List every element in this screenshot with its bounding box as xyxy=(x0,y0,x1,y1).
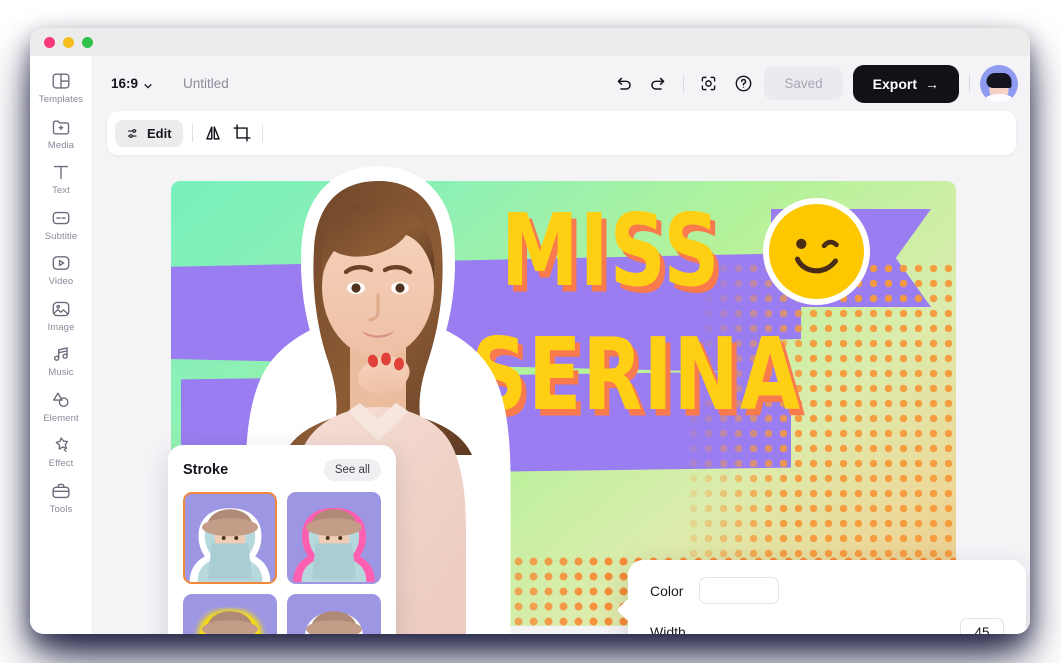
crop-icon[interactable] xyxy=(231,122,253,144)
undo-icon[interactable] xyxy=(613,73,634,94)
headline-line-1[interactable]: MISS xyxy=(501,202,721,301)
sidebar-label: Image xyxy=(47,321,75,333)
aspect-ratio-selector[interactable]: 16:9 xyxy=(111,76,153,91)
app-window: Templates Media Text Subtitle Video Imag… xyxy=(30,28,1030,634)
stroke-thumbnail-pink[interactable] xyxy=(287,492,381,584)
sidebar-item-music[interactable]: Music xyxy=(31,338,91,382)
sidebar-label: Effect xyxy=(48,458,74,469)
see-all-button[interactable]: See all xyxy=(323,459,381,481)
flip-horizontal-icon[interactable] xyxy=(202,122,224,144)
sidebar-item-element[interactable]: Element xyxy=(31,384,91,428)
top-toolbar: 16:9 Untitled Saved Export → xyxy=(93,56,1030,111)
stroke-thumbnail-white[interactable] xyxy=(183,492,277,584)
avatar-hair xyxy=(986,72,1012,88)
sidebar-item-effect[interactable]: Effect xyxy=(31,429,91,473)
element-shapes-icon xyxy=(50,389,72,411)
window-body: Templates Media Text Subtitle Video Imag… xyxy=(30,56,1030,634)
stroke-thumbnail-yellow-glow[interactable] xyxy=(183,594,277,634)
export-label: Export xyxy=(872,75,917,92)
edit-button[interactable]: Edit xyxy=(115,119,183,147)
project-title[interactable]: Untitled xyxy=(183,76,229,91)
color-label: Color xyxy=(650,582,684,599)
stroke-properties-panel: Color Width 45 xyxy=(628,560,1026,634)
color-swatch-input[interactable] xyxy=(699,577,780,604)
sidebar-item-subtitle[interactable]: Subtitle xyxy=(31,202,91,246)
text-t-icon xyxy=(50,161,72,183)
sidebar-item-templates[interactable]: Templates xyxy=(31,65,91,109)
winking-face-emoji[interactable] xyxy=(769,204,864,299)
aspect-ratio-value: 16:9 xyxy=(111,76,139,91)
sidebar-item-image[interactable]: Image xyxy=(31,293,91,337)
sidebar-label: Text xyxy=(52,185,70,196)
width-value-input[interactable]: 45 xyxy=(960,618,1004,634)
subtitle-icon xyxy=(50,207,72,229)
sidebar-label: Tools xyxy=(49,503,73,515)
toolbar-action-icons xyxy=(613,73,754,94)
editbar-divider-1 xyxy=(191,124,193,142)
window-titlebar xyxy=(30,28,1030,56)
media-folder-plus-icon xyxy=(50,116,72,138)
image-photo-icon xyxy=(50,298,72,320)
arrow-right-icon: → xyxy=(925,75,939,92)
video-play-icon xyxy=(50,252,72,274)
main-area: 16:9 Untitled Saved Export → Edit MISS S… xyxy=(93,56,1030,634)
window-maximize-button[interactable] xyxy=(82,36,93,48)
width-label: Width xyxy=(650,624,686,634)
effect-sparkle-icon xyxy=(50,434,72,456)
sidebar-label: Element xyxy=(43,412,79,424)
sliders-icon xyxy=(126,126,141,141)
music-notes-icon xyxy=(50,343,72,365)
stroke-panel-title: Stroke xyxy=(183,462,229,478)
edit-label: Edit xyxy=(147,125,172,141)
help-question-icon[interactable] xyxy=(733,73,754,94)
window-minimize-button[interactable] xyxy=(63,36,74,48)
left-sidebar: Templates Media Text Subtitle Video Imag… xyxy=(30,56,93,634)
window-close-button[interactable] xyxy=(44,36,55,48)
chevron-down-icon xyxy=(143,79,153,89)
stroke-thumbnail-grid xyxy=(183,492,381,634)
sidebar-item-media[interactable]: Media xyxy=(31,111,91,155)
tools-briefcase-icon xyxy=(50,480,72,502)
templates-icon xyxy=(50,70,72,92)
sidebar-label: Subtitle xyxy=(44,230,78,242)
sidebar-item-tools[interactable]: Tools xyxy=(31,475,91,519)
redo-icon[interactable] xyxy=(648,73,669,94)
export-button[interactable]: Export → xyxy=(852,64,959,103)
sidebar-label: Media xyxy=(47,139,75,151)
sidebar-item-video[interactable]: Video xyxy=(31,247,91,291)
toolbar-divider-right xyxy=(969,75,970,92)
avatar[interactable] xyxy=(980,64,1018,103)
canvas-stage: MISS SERINA Stroke See all Color Width 4… xyxy=(93,155,1030,634)
width-row: Width 45 xyxy=(650,618,1004,634)
stroke-panel: Stroke See all xyxy=(168,445,396,634)
toolbar-divider xyxy=(683,75,685,92)
stroke-thumbnail-white-thin[interactable] xyxy=(287,594,381,634)
avatar-body xyxy=(984,93,1014,103)
sidebar-label: Video xyxy=(48,276,74,287)
stroke-panel-header: Stroke See all xyxy=(183,459,381,481)
focus-target-icon[interactable] xyxy=(698,73,719,94)
sidebar-label: Music xyxy=(48,367,74,378)
sidebar-item-text[interactable]: Text xyxy=(31,156,91,200)
color-row: Color xyxy=(650,577,1004,604)
sidebar-label: Templates xyxy=(38,94,84,105)
edit-toolbar: Edit xyxy=(107,111,1016,155)
editbar-divider-2 xyxy=(261,124,263,142)
saved-status-button[interactable]: Saved xyxy=(764,67,843,100)
